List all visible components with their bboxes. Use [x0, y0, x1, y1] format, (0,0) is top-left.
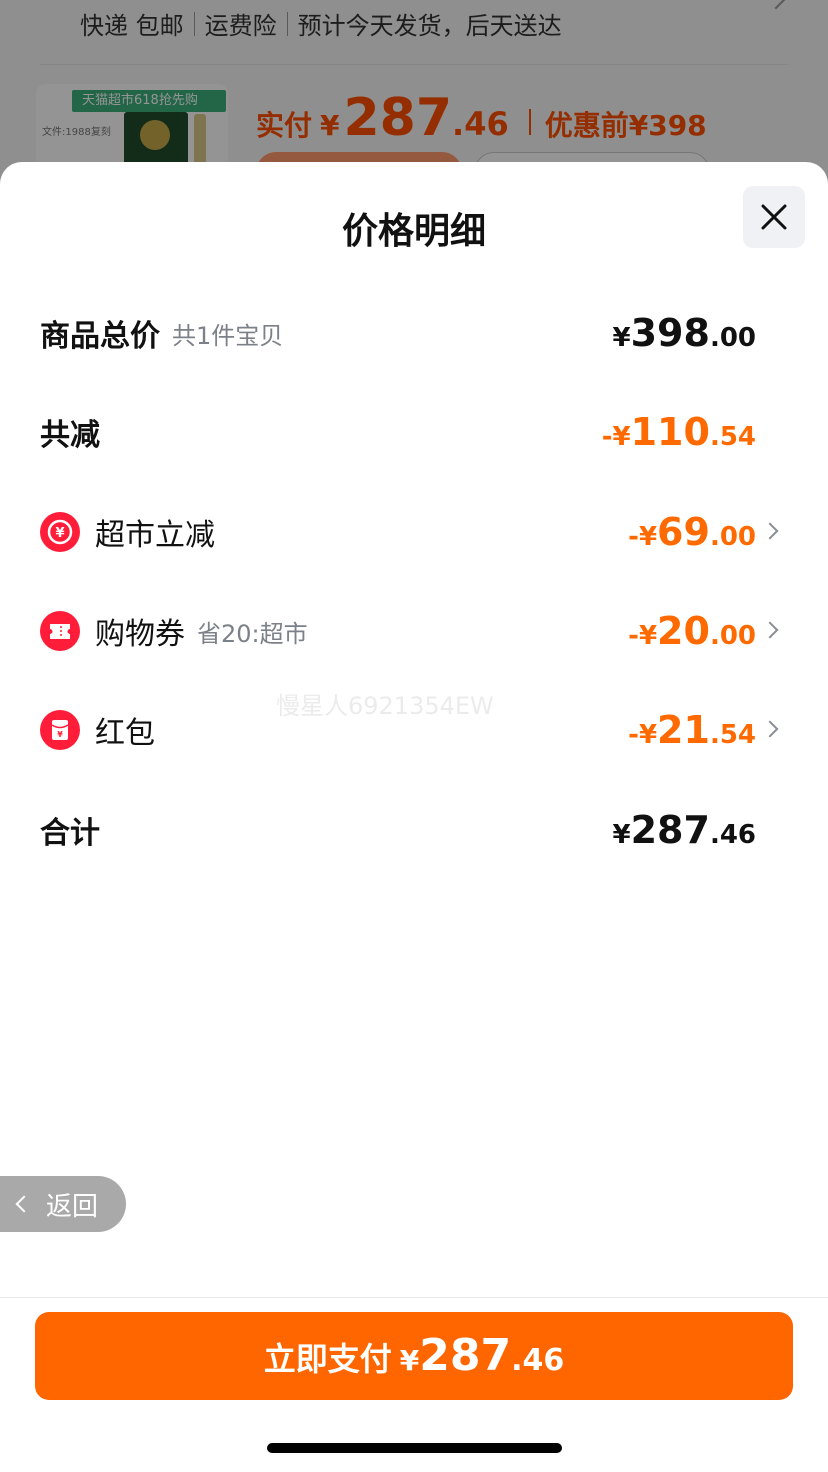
back-button[interactable]: 返回 — [0, 1176, 126, 1232]
coupon-amount: -¥ 20 .00 — [628, 601, 756, 661]
row-goods-total: 商品总价 共1件宝贝 ¥ 398 .00 — [0, 303, 828, 363]
back-label: 返回 — [46, 1191, 99, 1222]
row-label: 购物券 省20:超市 — [95, 601, 308, 661]
supermarket-discount-label: 超市立减 — [95, 518, 215, 553]
amount-integer: 20 — [657, 609, 710, 653]
amount-integer: 398 — [630, 311, 710, 355]
amount-decimal: .00 — [709, 621, 756, 651]
pay-amount-integer: 287 — [419, 1330, 512, 1381]
item-count: 共1件宝贝 — [172, 321, 284, 350]
row-sum: 合计 ¥ 287 .46 — [0, 800, 828, 860]
amount-decimal: .00 — [709, 522, 756, 552]
currency-symbol: ¥ — [399, 1344, 420, 1377]
price-detail-sheet: 价格明细 商品总价 共1件宝贝 ¥ 398 .00 共减 -¥ 110 .54 — [0, 162, 828, 1472]
sum-amount: ¥ 287 .46 — [613, 800, 756, 860]
amount-integer: 110 — [630, 410, 710, 454]
svg-text:¥: ¥ — [55, 526, 64, 541]
amount-decimal: .00 — [709, 323, 756, 353]
sum-label: 合计 — [40, 816, 100, 851]
amount-decimal: .54 — [709, 720, 756, 750]
row-total-discount: 共减 -¥ 110 .54 — [0, 402, 828, 462]
chevron-right-icon — [761, 720, 779, 738]
currency-symbol: ¥ — [612, 820, 631, 850]
total-discount-amount: -¥ 110 .54 — [602, 402, 756, 462]
chevron-left-icon — [15, 1195, 33, 1213]
total-discount-label: 共减 — [40, 418, 100, 453]
goods-total-amount: ¥ 398 .00 — [613, 303, 756, 363]
amount-decimal: .46 — [709, 820, 756, 850]
divider — [0, 1297, 828, 1298]
amount-integer: 21 — [657, 708, 710, 752]
yuan-discount-icon: ¥ — [40, 512, 80, 552]
supermarket-discount-amount: -¥ 69 .00 — [628, 502, 756, 562]
amount-integer: 69 — [657, 510, 710, 554]
row-coupon[interactable]: 购物券 省20:超市 -¥ 20 .00 — [0, 601, 828, 661]
pay-now-button[interactable]: 立即支付 ¥ 287 .46 — [35, 1312, 793, 1400]
row-supermarket-discount[interactable]: ¥ 超市立减 -¥ 69 .00 — [0, 502, 828, 562]
close-icon — [761, 204, 787, 230]
pay-label: 立即支付 — [263, 1340, 392, 1378]
close-button[interactable] — [743, 186, 805, 248]
goods-total-label: 商品总价 — [40, 319, 160, 354]
currency-symbol: -¥ — [628, 621, 658, 651]
row-label: 商品总价 共1件宝贝 — [40, 303, 283, 363]
red-packet-label: 红包 — [95, 716, 155, 751]
amount-integer: 287 — [630, 808, 710, 852]
currency-symbol: -¥ — [628, 720, 658, 750]
currency-symbol: -¥ — [601, 422, 631, 452]
pay-amount-decimal: .46 — [511, 1343, 565, 1378]
currency-symbol: ¥ — [612, 323, 631, 353]
currency-symbol: -¥ — [628, 522, 658, 552]
sheet-title: 价格明细 — [341, 211, 486, 252]
home-indicator[interactable] — [267, 1443, 562, 1453]
coupon-note: 省20:超市 — [197, 619, 308, 648]
watermark: 慢星人6921354EW — [276, 692, 494, 720]
coupon-label: 购物券 — [95, 617, 185, 652]
amount-decimal: .54 — [709, 422, 756, 452]
red-packet-amount: -¥ 21 .54 — [628, 700, 756, 760]
chevron-right-icon — [761, 522, 779, 540]
red-packet-icon: ¥ — [40, 710, 80, 750]
chevron-right-icon — [761, 621, 779, 639]
ticket-icon — [40, 611, 80, 651]
svg-text:¥: ¥ — [57, 730, 63, 739]
